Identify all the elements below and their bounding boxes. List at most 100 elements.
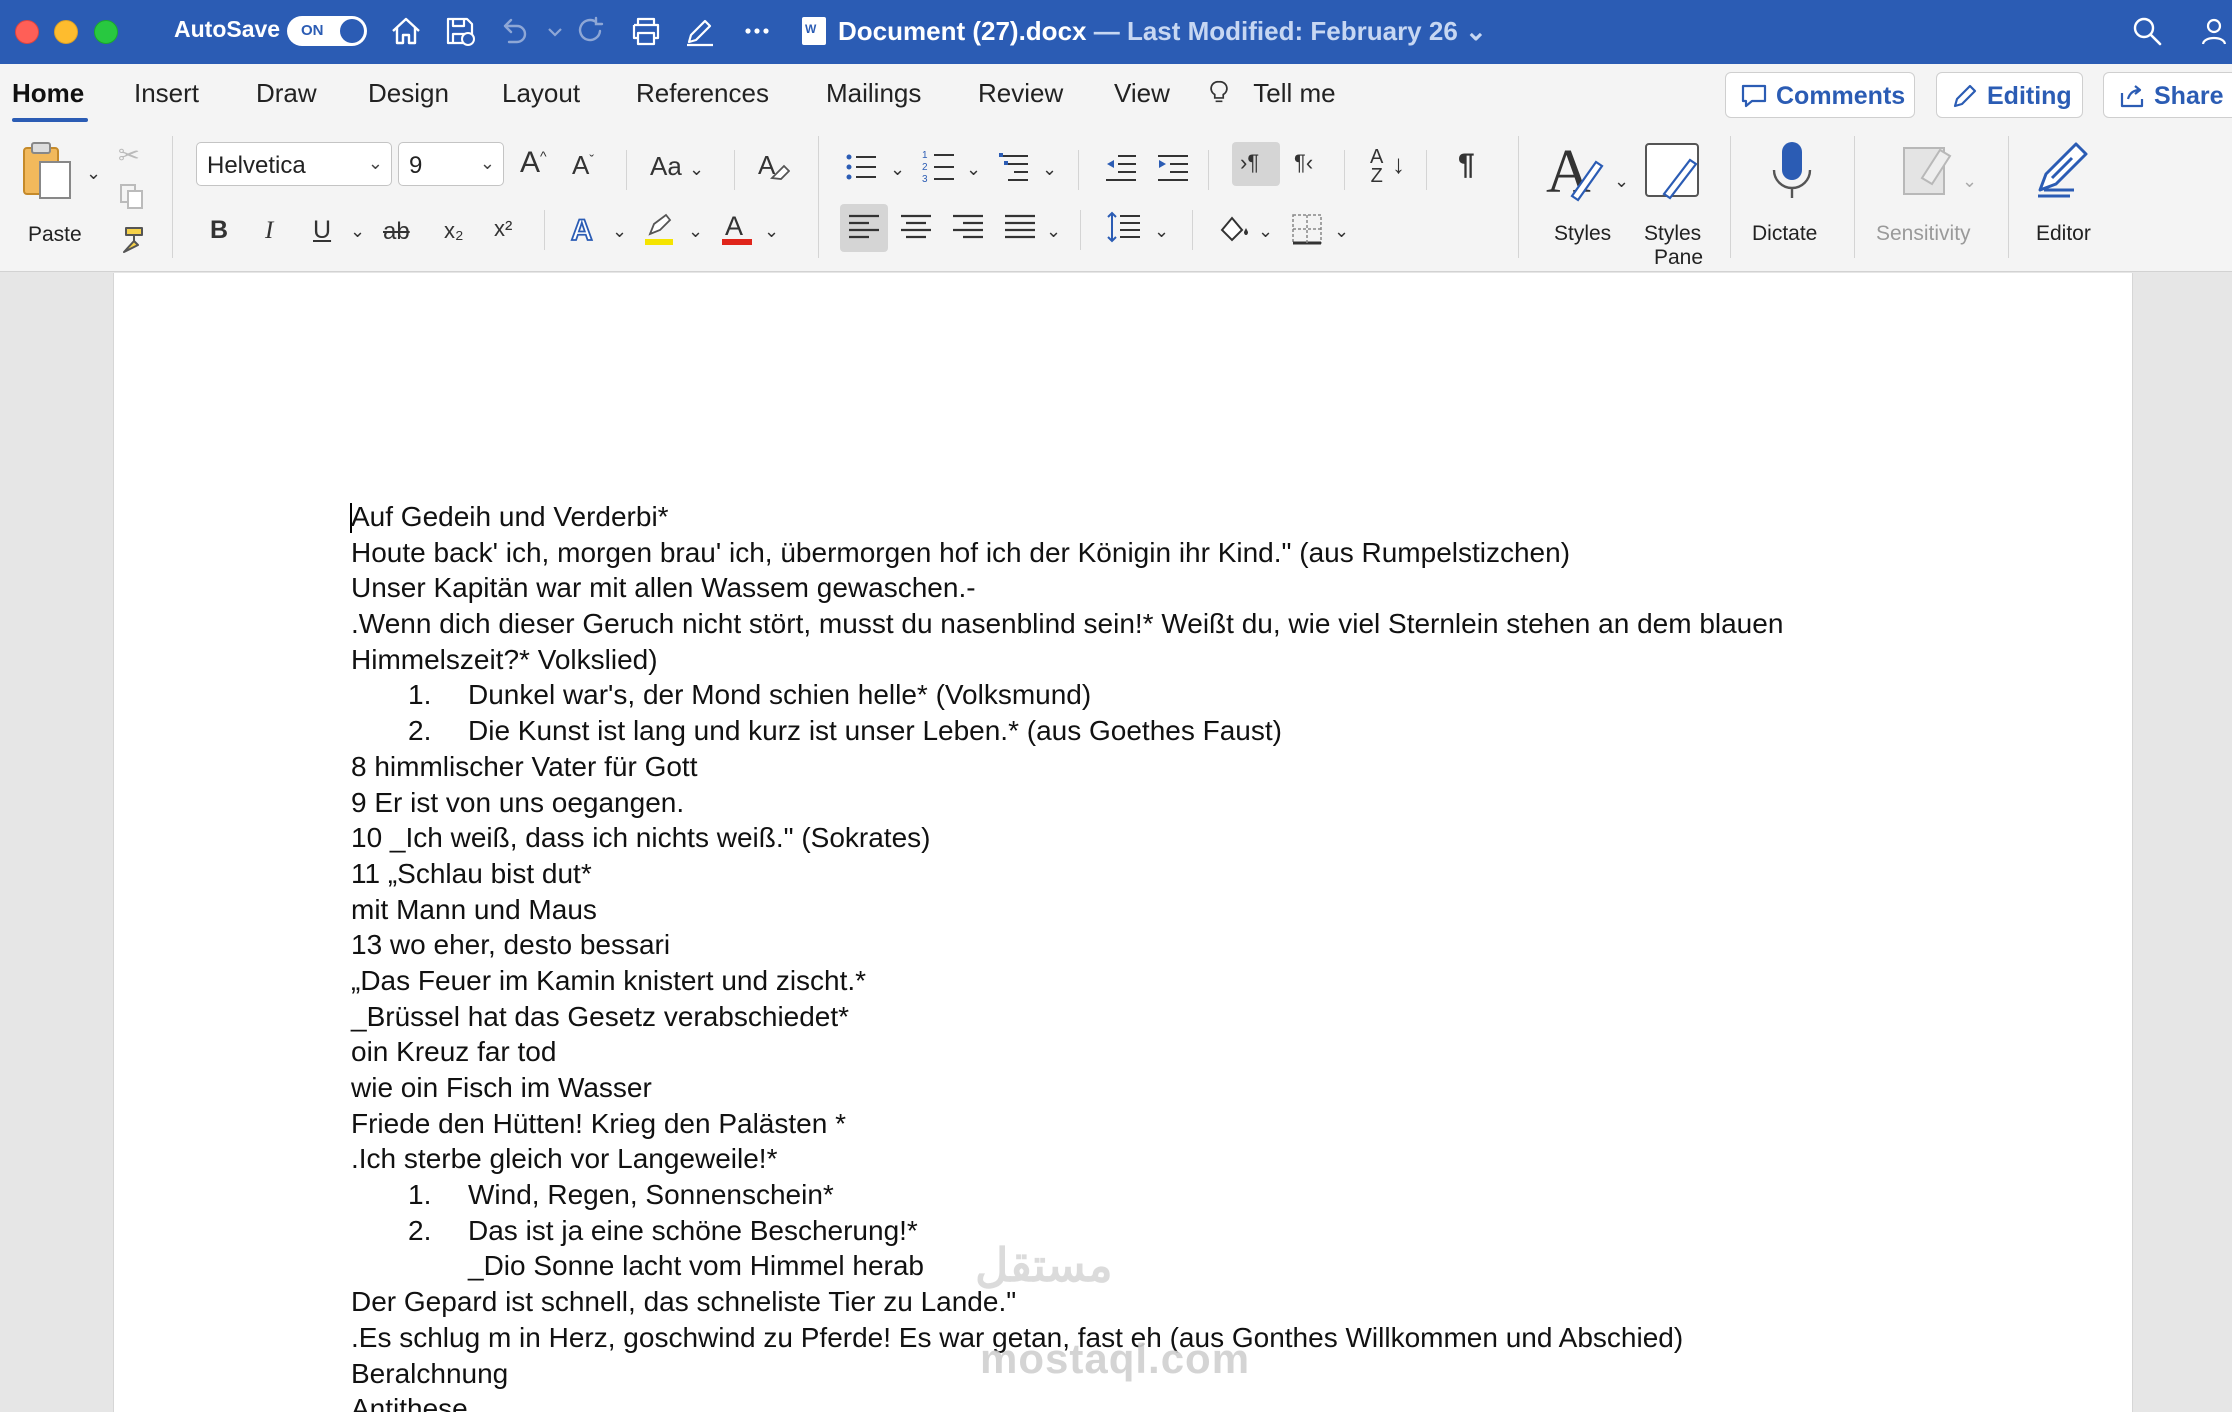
comments-button[interactable]: Comments [1725,72,1915,118]
paragraph-line[interactable]: 10 _Ich weiß, dass ich nichts weiß." (So… [351,820,1783,856]
numbered-list-item[interactable]: 1. Wind, Regen, Sonnenschein* [351,1177,1783,1213]
sort-button[interactable]: A Z ↓ [1370,147,1405,186]
autosave-toggle[interactable]: ON [287,16,367,46]
print-icon[interactable] [629,14,663,48]
copy-icon[interactable] [118,182,146,215]
format-painter-icon[interactable] [118,224,148,259]
font-name-select[interactable]: Helvetica ⌄ [196,142,392,186]
paragraph-line[interactable]: .Ich sterbe gleich vor Langeweile!* [351,1141,1783,1177]
tab-draw[interactable]: Draw [256,78,317,109]
left-to-right-button[interactable]: ›¶ [1240,152,1259,174]
bold-button[interactable]: B [210,218,228,243]
paragraph-line[interactable]: Unser Kapitän war mit allen Wassem gewas… [351,570,1783,606]
numbered-list-item[interactable]: 1. Dunkel war's, der Mond schien helle* (… [351,677,1783,713]
search-icon[interactable] [2130,14,2164,48]
borders-icon[interactable] [1290,212,1324,251]
multilevel-dropdown-icon[interactable]: ⌄ [1042,160,1057,178]
bullets-icon[interactable] [844,150,878,189]
justify-icon[interactable] [1003,210,1037,249]
line-spacing-dropdown-icon[interactable]: ⌄ [1154,222,1169,240]
subscript-button[interactable]: x₂ [444,220,464,242]
font-color-dropdown-icon[interactable]: ⌄ [764,222,779,240]
font-size-select[interactable]: 9 ⌄ [398,142,504,186]
tab-home[interactable]: Home [12,78,84,109]
paragraph-line[interactable]: Antithese [351,1391,1783,1412]
tab-references[interactable]: References [636,78,769,109]
text-effects-dropdown-icon[interactable]: ⌄ [612,222,627,240]
paragraph-line[interactable]: _Brüssel hat das Gesetz verabschiedet* [351,999,1783,1035]
align-center-icon[interactable] [899,210,933,249]
paragraph-line[interactable]: „Das Feuer im Kamin knistert und zischt.… [351,963,1783,999]
styles-gallery-button[interactable]: A ⌄ Styles [1542,138,1629,248]
justify-dropdown-icon[interactable]: ⌄ [1046,222,1061,240]
multilevel-list-icon[interactable] [998,150,1032,189]
dictate-button[interactable]: Dictate [1750,138,1834,248]
paragraph-line[interactable]: 13 wo eher, desto bessari [351,927,1783,963]
paragraph-line[interactable]: 11 „Schlau bist dut* [351,856,1783,892]
tab-design[interactable]: Design [368,78,449,109]
zoom-window-button[interactable] [94,20,118,44]
bullets-dropdown-icon[interactable]: ⌄ [890,160,905,178]
paragraph-line[interactable]: Houte back' ich, morgen brau' ich, überm… [351,535,1783,571]
paragraph-line[interactable]: 8 himmlischer Vater für Gott [351,749,1783,785]
editor-button[interactable]: Editor [2030,138,2100,248]
shrink-font-icon[interactable]: Aˇ [572,152,594,178]
close-window-button[interactable] [15,20,39,44]
text-effects-icon[interactable]: A [568,212,602,251]
save-icon[interactable] [443,14,477,48]
paragraph-line[interactable]: 9 Er ist von uns oegangen. [351,785,1783,821]
underline-button[interactable]: U [313,218,331,243]
highlight-icon[interactable] [642,212,676,251]
tab-insert[interactable]: Insert [134,78,199,109]
cut-icon[interactable]: ✂ [118,142,140,168]
show-formatting-marks-button[interactable]: ¶ [1458,150,1475,180]
increase-indent-icon[interactable] [1156,150,1190,189]
minimize-window-button[interactable] [54,20,78,44]
home-icon[interactable] [389,14,423,48]
decrease-indent-icon[interactable] [1104,150,1138,189]
numbered-list-item[interactable]: 2. Die Kunst ist lang und kurz ist unser … [351,713,1783,749]
line-spacing-icon[interactable] [1106,210,1142,249]
tab-layout[interactable]: Layout [502,78,580,109]
undo-icon[interactable] [497,14,531,48]
grow-font-icon[interactable]: A^ [520,148,547,178]
editing-mode-button[interactable]: Editing [1936,72,2083,118]
paste-button[interactable]: Paste [18,140,84,250]
document-page[interactable]: Auf Gedeih und Verderbi* Houte back' ich,… [113,273,2133,1412]
shading-dropdown-icon[interactable]: ⌄ [1258,222,1273,240]
paragraph-line[interactable]: Friede den Hütten! Krieg den Palästen * [351,1106,1783,1142]
styles-pane-button[interactable]: Styles Pane [1640,138,1710,269]
share-button[interactable]: Share [2103,72,2232,118]
paragraph-line[interactable]: oin Kreuz far tod [351,1034,1783,1070]
tab-review[interactable]: Review [978,78,1063,109]
paragraph-line[interactable]: mit Mann und Maus [351,892,1783,928]
highlight-dropdown-icon[interactable]: ⌄ [688,222,703,240]
account-icon[interactable] [2198,14,2232,48]
document-title[interactable]: Document (27).docx — Last Modified: Febr… [838,16,1487,47]
undo-dropdown-icon[interactable] [538,14,562,48]
paragraph-line[interactable]: Auf Gedeih und Verderbi* [351,499,1783,535]
align-left-icon[interactable] [847,210,881,249]
paste-dropdown-icon[interactable]: ⌄ [86,164,101,182]
align-right-icon[interactable] [951,210,985,249]
right-to-left-button[interactable]: ¶‹ [1294,152,1313,174]
underline-dropdown-icon[interactable]: ⌄ [350,222,365,240]
tell-me-search[interactable]: Tell me [1208,78,1336,109]
superscript-button[interactable]: x² [494,218,512,240]
font-color-icon[interactable]: A [720,210,754,251]
draw-pen-icon[interactable] [683,14,717,48]
tab-mailings[interactable]: Mailings [826,78,921,109]
change-case-icon[interactable]: Aa ⌄ [650,153,704,179]
paragraph-line[interactable]: wie oin Fisch im Wasser [351,1070,1783,1106]
paragraph-line[interactable]: Himmelszeit?* Volkslied) [351,642,1783,678]
more-options-icon[interactable] [740,14,774,48]
numbering-dropdown-icon[interactable]: ⌄ [966,160,981,178]
clear-formatting-icon[interactable]: A [756,148,791,187]
italic-button[interactable]: I [265,218,273,243]
shading-icon[interactable] [1216,212,1250,251]
strikethrough-button[interactable]: ab [383,220,410,244]
tab-view[interactable]: View [1114,78,1170,109]
paragraph-line[interactable]: .Wenn dich dieser Geruch nicht stört, mu… [351,606,1783,642]
numbering-icon[interactable]: 123 [922,148,956,189]
redo-icon[interactable] [574,14,608,48]
